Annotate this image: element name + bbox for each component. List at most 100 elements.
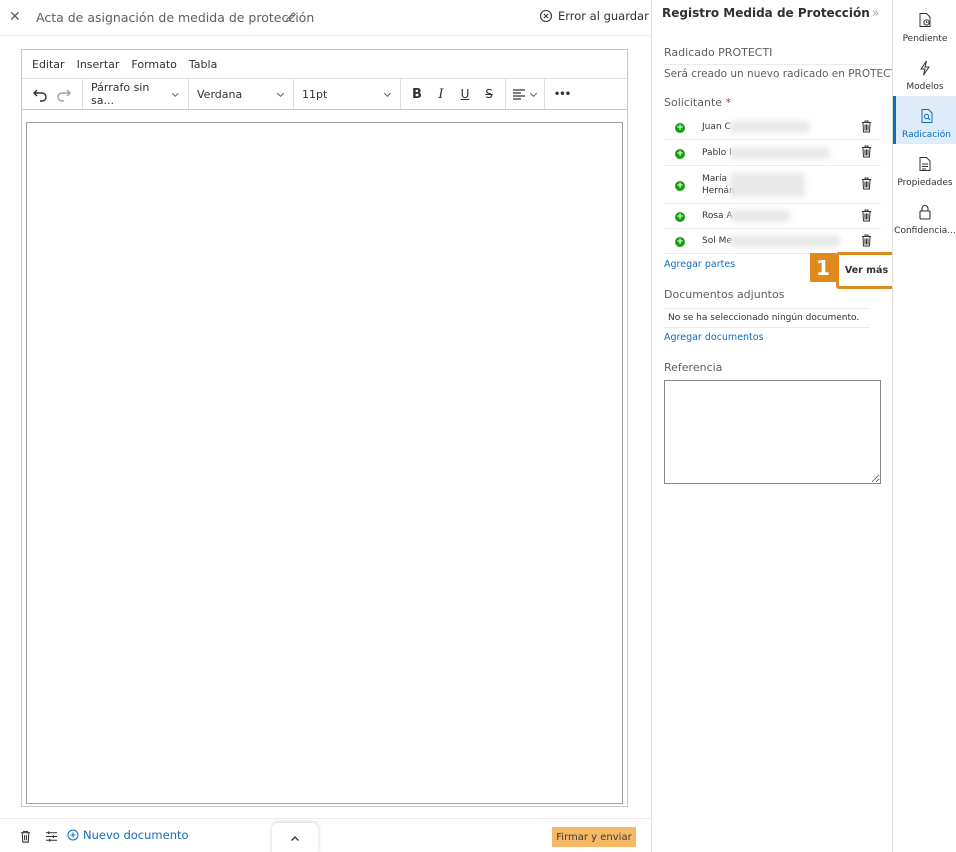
trash-icon[interactable]: [861, 177, 872, 190]
add-documents-link[interactable]: Agregar documentos: [664, 332, 764, 343]
rail-label: Modelos: [906, 82, 944, 92]
menu-formato[interactable]: Formato: [131, 58, 177, 71]
lock-icon: [919, 205, 931, 220]
rail-label: Confidencia...: [894, 226, 956, 236]
font-size-value: 11pt: [302, 87, 328, 101]
trash-icon[interactable]: [19, 830, 32, 843]
document-search-icon: [921, 109, 932, 123]
redo-button[interactable]: [52, 82, 76, 106]
add-circle-icon[interactable]: +: [675, 212, 685, 222]
rich-text-editor: Editar Insertar Formato Tabla Párrafo si…: [21, 49, 628, 807]
rail-item-modelos[interactable]: Modelos: [893, 48, 956, 96]
redacted-text: [730, 121, 810, 133]
collapse-panel-icon[interactable]: »: [872, 6, 879, 20]
add-parties-link[interactable]: Agregar partes: [664, 259, 735, 270]
add-circle-icon: [67, 829, 79, 841]
add-circle-icon[interactable]: +: [675, 181, 685, 191]
rail-label: Pendiente: [902, 34, 948, 44]
party-row: + Rosa A: [664, 204, 881, 229]
bold-button[interactable]: B: [405, 82, 429, 106]
align-left-icon: [513, 89, 525, 100]
trash-icon[interactable]: [861, 209, 872, 222]
pending-document-icon: [919, 13, 931, 27]
radicado-value: Será creado un nuevo radicado en PROTECT…: [664, 68, 900, 80]
pencil-icon[interactable]: [284, 10, 298, 24]
bold-icon: B: [412, 86, 422, 102]
new-document-button[interactable]: Nuevo documento: [67, 828, 189, 842]
add-circle-icon[interactable]: +: [675, 237, 685, 247]
document-properties-icon: [919, 157, 931, 171]
error-circle-icon: [539, 9, 553, 23]
chevron-up-icon: [291, 836, 299, 841]
editor-content-area[interactable]: [26, 122, 623, 804]
italic-icon: I: [438, 86, 444, 102]
rail-item-pendiente[interactable]: Pendiente: [893, 0, 956, 48]
party-name: Rosa A: [702, 211, 733, 221]
reference-label: Referencia: [664, 361, 723, 374]
undo-button[interactable]: [28, 82, 52, 106]
attachments-label: Documentos adjuntos: [664, 288, 785, 301]
redo-icon: [57, 89, 71, 102]
editor-menubar: Editar Insertar Formato Tabla: [22, 50, 627, 79]
rail-item-radicacion[interactable]: Radicación: [893, 96, 956, 144]
font-family-value: Verdana: [197, 87, 243, 101]
reference-textarea[interactable]: [664, 380, 881, 484]
see-more-button[interactable]: Ver más: [836, 252, 897, 289]
document-footer: Nuevo documento Firmar y enviar: [0, 818, 652, 852]
strikethrough-button[interactable]: S: [477, 82, 501, 106]
required-marker: *: [725, 96, 732, 109]
redacted-text: [730, 147, 830, 159]
sign-and-send-button[interactable]: Firmar y enviar: [552, 827, 636, 847]
strikethrough-icon: S: [485, 87, 493, 101]
paragraph-style-value: Párrafo sin sa...: [91, 81, 150, 107]
trash-icon[interactable]: [861, 145, 872, 158]
document-header: ✕ Acta de asignación de medida de protec…: [0, 0, 652, 36]
party-name: Sol Me: [702, 236, 732, 246]
radicado-label: Radicado PROTECTI: [664, 46, 773, 59]
font-size-select[interactable]: 11pt: [294, 79, 400, 109]
settings-sliders-icon[interactable]: [45, 830, 58, 843]
rail-label: Propiedades: [897, 178, 953, 188]
close-icon[interactable]: ✕: [9, 9, 21, 25]
rail-label: Radicación: [902, 130, 951, 140]
add-circle-icon[interactable]: +: [675, 149, 685, 159]
panel-title: Registro Medida de Protección: [662, 6, 870, 20]
solicitante-label: Solicitante *: [664, 96, 731, 109]
new-document-label: Nuevo documento: [83, 828, 189, 842]
field-divider: [664, 64, 881, 65]
menu-tabla[interactable]: Tabla: [189, 58, 217, 71]
no-document-message: No se ha seleccionado ningún documento.: [664, 308, 870, 328]
error-save-label: Error al guardar: [558, 9, 649, 23]
paragraph-style-select[interactable]: Párrafo sin sa...: [83, 79, 188, 109]
font-family-select[interactable]: Verdana: [189, 79, 293, 109]
document-title: Acta de asignación de medida de protecci…: [36, 10, 315, 25]
party-row: + Juan C: [664, 115, 881, 140]
party-row: + Pablo I: [664, 140, 881, 166]
rail-item-propiedades[interactable]: Propiedades: [893, 144, 956, 192]
registration-panel: Registro Medida de Protección » Radicado…: [652, 0, 900, 852]
undo-icon: [33, 89, 47, 102]
trash-icon[interactable]: [861, 120, 872, 133]
align-select[interactable]: [506, 82, 544, 106]
italic-button[interactable]: I: [429, 82, 453, 106]
side-navigation-rail: Pendiente Modelos Radicación Propiedades…: [892, 0, 956, 852]
trash-icon[interactable]: [861, 234, 872, 247]
party-name: Juan C: [702, 122, 731, 132]
chevron-down-icon: [276, 92, 285, 97]
callout-number-badge: 1: [810, 253, 836, 282]
redacted-text: [730, 210, 790, 222]
add-circle-icon[interactable]: +: [675, 123, 685, 133]
toolbar-divider: [400, 79, 401, 109]
underline-button[interactable]: U: [453, 82, 477, 106]
solicitante-label-text: Solicitante: [664, 96, 723, 109]
error-save-status[interactable]: Error al guardar: [539, 9, 649, 23]
expand-panel-tab[interactable]: [272, 823, 318, 852]
menu-insertar[interactable]: Insertar: [77, 58, 120, 71]
more-options-button[interactable]: •••: [545, 82, 579, 106]
redacted-text: [730, 173, 805, 197]
menu-editar[interactable]: Editar: [32, 58, 65, 71]
redacted-text: [730, 235, 840, 247]
party-name: Pablo I: [702, 148, 732, 158]
party-row: + María Hernán: [664, 166, 881, 204]
rail-item-confidencialidad[interactable]: Confidencia...: [893, 192, 956, 240]
